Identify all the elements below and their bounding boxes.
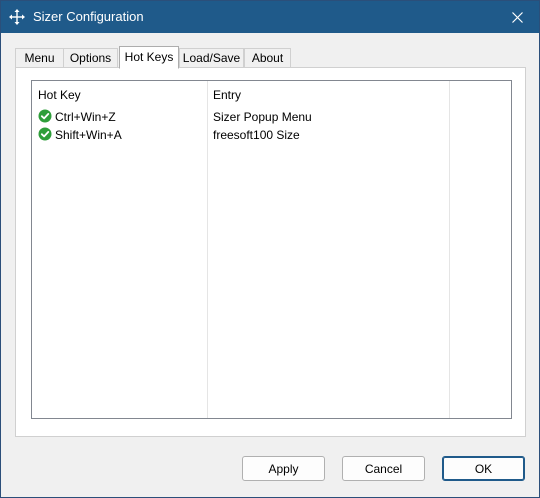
tab-about[interactable]: About — [244, 48, 291, 68]
move-crosshair-icon — [9, 9, 25, 25]
column-header-hot-key[interactable]: Hot Key — [38, 88, 81, 102]
title-bar[interactable]: Sizer Configuration — [1, 1, 539, 33]
hotkey-cell: Shift+Win+A — [55, 128, 122, 142]
close-icon — [511, 11, 523, 23]
entry-cell: Sizer Popup Menu — [213, 110, 312, 124]
tab-hot-keys[interactable]: Hot Keys — [119, 46, 179, 69]
column-header-entry[interactable]: Entry — [213, 88, 241, 102]
hotkey-cell: Ctrl+Win+Z — [55, 110, 116, 124]
tab-options[interactable]: Options — [63, 48, 118, 68]
apply-button[interactable]: Apply — [242, 456, 325, 481]
cancel-button[interactable]: Cancel — [342, 456, 425, 481]
tab-load-save[interactable]: Load/Save — [179, 48, 244, 68]
list-item[interactable]: Ctrl+Win+Z Sizer Popup Menu — [32, 108, 511, 126]
tab-menu[interactable]: Menu — [15, 48, 64, 68]
window-title: Sizer Configuration — [33, 9, 144, 24]
entry-cell: freesoft100 Size — [213, 128, 300, 142]
green-check-icon — [38, 127, 52, 141]
green-check-icon — [38, 109, 52, 123]
close-button[interactable] — [495, 1, 539, 33]
list-item[interactable]: Shift+Win+A freesoft100 Size — [32, 126, 511, 144]
hotkey-list[interactable]: Hot Key Entry Ctrl+Win+Z Sizer Popup Men… — [31, 80, 512, 419]
hot-keys-panel: Hot Key Entry Ctrl+Win+Z Sizer Popup Men… — [15, 67, 526, 437]
ok-button[interactable]: OK — [442, 456, 525, 481]
sizer-configuration-window: Sizer Configuration Menu Options Hot Key… — [0, 0, 540, 498]
